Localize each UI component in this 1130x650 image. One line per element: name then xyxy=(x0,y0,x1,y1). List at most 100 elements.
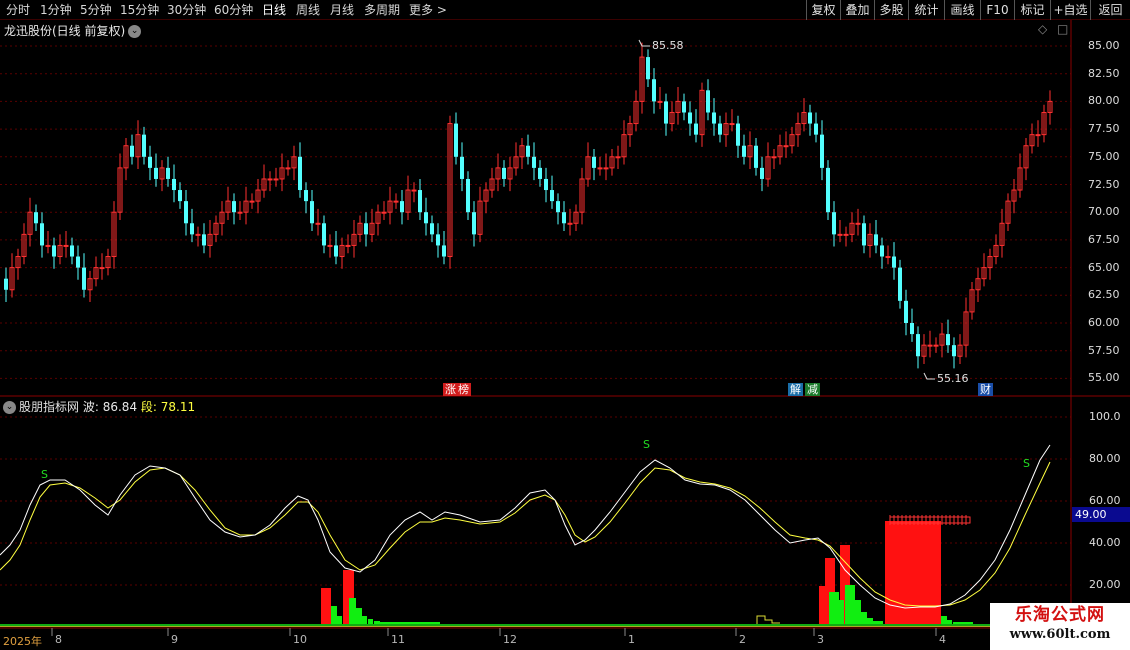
price-tick-label: 67.50 xyxy=(1088,232,1120,246)
event-marker-ranking[interactable]: 榜 xyxy=(456,383,471,396)
candle-body xyxy=(1035,134,1041,137)
candle-body xyxy=(202,234,206,246)
high-price-label: 85.58 xyxy=(652,39,684,52)
candle-body xyxy=(63,244,69,247)
candle-body xyxy=(334,245,338,257)
event-marker-unlock[interactable]: 解 xyxy=(788,383,803,396)
candle-body xyxy=(646,57,650,80)
candle-body xyxy=(70,245,74,257)
chart-canvas xyxy=(0,20,1130,636)
candle-body xyxy=(190,223,194,235)
indicator-bars xyxy=(321,515,973,626)
indicator-tick-label: 20.00 xyxy=(1089,578,1121,591)
candle-body xyxy=(927,344,933,347)
candle-body xyxy=(4,278,8,290)
date-label-month: 10 xyxy=(293,633,307,646)
candle-body xyxy=(45,244,51,247)
candle-body xyxy=(172,178,176,191)
candle-body xyxy=(154,167,158,179)
candle-body xyxy=(393,200,399,203)
date-label-month: 2 xyxy=(739,633,746,646)
candle-body xyxy=(178,190,182,202)
event-marker-finance[interactable]: 财 xyxy=(978,383,993,396)
candle-body xyxy=(381,211,387,214)
candle-body xyxy=(664,101,668,124)
candle-body xyxy=(364,223,368,235)
candle-body xyxy=(652,79,656,102)
candle-body xyxy=(52,245,56,257)
candle-body xyxy=(327,244,333,247)
candle-body xyxy=(442,245,446,257)
indicator-tick-label: 60.00 xyxy=(1089,494,1121,507)
date-label-month: 3 xyxy=(817,633,824,646)
candle-body xyxy=(843,233,849,236)
candle-body xyxy=(754,145,758,168)
indicator-current-value: 49.00 xyxy=(1072,507,1130,522)
candle-body xyxy=(556,201,560,213)
indicator-bar-green xyxy=(356,608,362,626)
candle-body xyxy=(885,256,891,259)
candle-body xyxy=(567,222,573,225)
price-tick-label: 82.50 xyxy=(1088,66,1120,80)
indicator-title[interactable]: ⌄ 股朋指标网 波: 86.84 段: 78.11 xyxy=(3,398,195,415)
indicator-bar-green xyxy=(349,598,356,626)
indicator-name: 股朋指标网 xyxy=(19,400,80,414)
chevron-down-icon[interactable]: ⌄ xyxy=(3,401,16,414)
chart-frame xyxy=(0,20,1130,636)
candle-body xyxy=(310,201,314,224)
candle-body xyxy=(285,167,291,170)
candle-body xyxy=(814,123,818,135)
candle-body xyxy=(916,334,920,357)
date-label-month: 8 xyxy=(55,633,62,646)
candle-body xyxy=(862,223,866,246)
candlesticks xyxy=(4,42,1053,369)
candle-body xyxy=(538,167,542,179)
candle-body xyxy=(436,234,440,246)
watermark-logo: 乐淘公式网 www.60lt.com xyxy=(990,603,1130,650)
candle-body xyxy=(82,267,86,290)
candle-body xyxy=(249,200,255,203)
candle-body xyxy=(933,344,939,347)
candle-body xyxy=(694,123,698,135)
candle-body xyxy=(837,233,843,236)
candle-body xyxy=(315,222,321,225)
candle-body xyxy=(454,123,458,157)
price-tick-label: 62.50 xyxy=(1088,288,1120,302)
candle-body xyxy=(184,201,188,224)
candle-body xyxy=(592,156,596,168)
wave-value: 86.84 xyxy=(102,400,138,414)
candle-body xyxy=(267,178,273,181)
candle-body xyxy=(855,222,861,225)
indicator-tick-label: 40.00 xyxy=(1089,536,1121,549)
candle-body xyxy=(820,134,824,168)
candle-body xyxy=(808,112,812,124)
candle-body xyxy=(40,223,44,246)
candle-body xyxy=(562,212,566,224)
candle-body xyxy=(874,234,878,246)
candle-body xyxy=(166,167,170,179)
candle-body xyxy=(550,190,554,202)
date-label-month: 11 xyxy=(391,633,405,646)
candle-body xyxy=(742,145,746,157)
candle-body xyxy=(783,145,789,148)
candle-body xyxy=(142,134,146,157)
candle-body xyxy=(952,345,956,357)
high-leader xyxy=(638,39,650,47)
candle-body xyxy=(424,212,428,224)
candle-body xyxy=(232,201,236,213)
candle-body xyxy=(130,145,134,157)
candle-body xyxy=(430,223,434,235)
date-label-month: 4 xyxy=(939,633,946,646)
indicator-bar-green xyxy=(861,612,867,626)
candle-body xyxy=(76,256,80,268)
indicator-tick-label: 80.00 xyxy=(1089,452,1121,465)
candle-body xyxy=(597,167,603,170)
price-tick-label: 80.00 xyxy=(1088,94,1120,108)
indicator-bar-green xyxy=(829,592,839,626)
event-marker-reduce[interactable]: 减 xyxy=(805,383,820,396)
price-tick-label: 75.00 xyxy=(1088,149,1120,163)
candle-body xyxy=(910,323,914,335)
candle-body xyxy=(729,123,735,126)
candle-body xyxy=(946,334,950,346)
candle-body xyxy=(880,245,884,257)
